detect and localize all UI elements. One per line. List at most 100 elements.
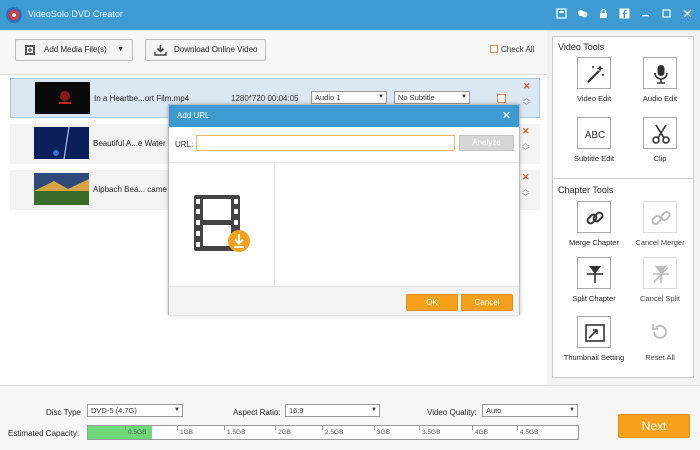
check-all-label: Check All (501, 45, 535, 54)
tool-label: Clip (653, 154, 667, 163)
video-thumbnail (34, 173, 89, 205)
download-online-video-button[interactable]: Download Online Video (145, 39, 266, 61)
reset-icon (652, 324, 667, 339)
remove-icon[interactable]: ✕ (523, 81, 531, 92)
add-file-icon (25, 45, 35, 55)
tool-label: Reset All (645, 353, 675, 362)
move-down-icon[interactable]: ﹀ (523, 101, 530, 111)
tools-panel: Video Tools Video Edit Audio Edit ABC Su… (552, 36, 694, 378)
media-name: In a Heartbe...ort Film.mp4 (94, 94, 190, 103)
estimated-capacity-label: Estimated Capacity: (8, 429, 80, 438)
aspect-ratio-label: Aspect Ratio: (233, 408, 281, 417)
disc-type-label: Disc Type (46, 408, 81, 417)
video-quality-label: Video Quality: (427, 408, 477, 417)
aspect-ratio-select[interactable]: 16:9 ▼ (285, 404, 380, 417)
tool-label: Cancel Split (639, 294, 681, 303)
media-name: Beautiful A...e Water (93, 139, 166, 148)
facebook-icon[interactable] (618, 8, 631, 21)
link-icon (586, 211, 604, 225)
reset-all-button[interactable]: Reset All (625, 316, 695, 363)
lock-icon[interactable] (597, 8, 610, 21)
video-quality-value: Auto (486, 406, 502, 415)
subtitle-select[interactable]: No Subtitle ▼ (394, 91, 470, 104)
capacity-tick: 1GB (176, 426, 194, 436)
download-icon (154, 45, 167, 56)
ok-button[interactable]: OK (406, 294, 458, 311)
capacity-tick: 0.5GB (124, 426, 147, 436)
dialog-close-icon[interactable]: ✕ (502, 105, 511, 127)
unlink-icon (651, 210, 671, 226)
video-thumbnail (34, 127, 89, 159)
row-checkbox[interactable] (497, 94, 506, 103)
svg-text:ABC: ABC (585, 130, 606, 141)
url-input[interactable] (196, 135, 455, 151)
audio-track-value: Audio 1 (315, 93, 341, 102)
tool-label: Cancel Merger (635, 238, 685, 247)
audio-track-select[interactable]: Audio 1 ▼ (311, 91, 387, 104)
add-media-button[interactable]: Add Media File(s) ▼ (15, 39, 133, 61)
analyze-button[interactable]: Analyze (459, 135, 514, 151)
capacity-tick: 2GB (274, 426, 292, 436)
purchase-icon[interactable] (576, 8, 589, 21)
aspect-ratio-value: 16:9 (289, 406, 304, 415)
clip-button[interactable]: Clip (625, 117, 695, 164)
tool-label: Audio Edit (642, 94, 678, 103)
divider (169, 162, 519, 163)
close-icon[interactable] (681, 8, 694, 21)
capacity-tick: 4.5GB (516, 426, 539, 436)
toolbar: Add Media File(s) ▼ Download Online Vide… (0, 30, 547, 75)
disc-type-select[interactable]: DVD-5 (4.7G) ▼ (87, 404, 183, 417)
capacity-bar: 0.5GB 1GB 1.5GB 2GB 2.5GB 3GB 3.5GB 4GB … (87, 425, 579, 440)
move-down-icon[interactable]: ﹀ (522, 192, 529, 202)
download-online-label: Download Online Video (174, 45, 258, 54)
chevron-down-icon: ▼ (371, 407, 377, 413)
audio-edit-button[interactable]: Audio Edit (625, 57, 695, 104)
thumbnail-setting-button[interactable]: Thumbnail Setting (559, 316, 629, 363)
subtitle-edit-button[interactable]: ABC Subtitle Edit (559, 117, 629, 164)
video-quality-select[interactable]: Auto ▼ (482, 404, 578, 417)
maximize-icon[interactable] (660, 8, 673, 21)
add-media-label: Add Media File(s) (44, 45, 107, 54)
split-chapter-button[interactable]: Split Chapter (559, 257, 629, 304)
video-tools-title: Video Tools (558, 42, 605, 52)
remove-icon[interactable]: ✕ (522, 126, 530, 137)
merge-chapter-button[interactable]: Merge Chapter (559, 201, 629, 248)
checkbox-icon (490, 45, 498, 53)
cancel-split-button[interactable]: Cancel Split (625, 257, 695, 304)
move-down-icon[interactable]: ﹀ (522, 146, 529, 156)
dialog-title: Add URL (177, 111, 210, 120)
chevron-down-icon: ▼ (569, 407, 575, 413)
capacity-tick: 3.5GB (418, 426, 441, 436)
tool-label: Split Chapter (572, 294, 616, 303)
tool-label: Merge Chapter (568, 238, 620, 247)
abc-text-icon: ABC (585, 130, 606, 141)
divider (553, 178, 693, 179)
cancel-merger-button[interactable]: Cancel Merger (625, 201, 695, 248)
thumbnail-icon (585, 324, 605, 342)
magic-wand-icon (587, 65, 604, 83)
app-title: VideoSolo DVD Creator (28, 9, 123, 19)
url-label: URL: (175, 140, 194, 149)
film-download-icon (194, 195, 250, 252)
tool-label: Video Edit (576, 94, 612, 103)
register-icon[interactable] (555, 8, 568, 21)
scissors-icon (652, 124, 670, 144)
tool-label: Subtitle Edit (573, 154, 615, 163)
chevron-down-icon: ▼ (378, 94, 384, 100)
chevron-down-icon: ▼ (174, 407, 180, 413)
next-button[interactable]: Next (618, 414, 690, 438)
capacity-tick: 2.5GB (321, 426, 344, 436)
check-all-checkbox[interactable]: Check All (490, 45, 534, 54)
add-url-dialog: Add URL ✕ URL: Analyze OK Cancel (168, 104, 520, 315)
chevron-down-icon: ▼ (461, 94, 467, 100)
capacity-tick: 4GB (471, 426, 489, 436)
minimize-icon[interactable] (639, 8, 652, 21)
cancel-button[interactable]: Cancel (461, 294, 513, 311)
dialog-footer: OK Cancel (169, 286, 519, 315)
tool-label: Thumbnail Setting (563, 353, 625, 362)
bottom-bar: Disc Type DVD-5 (4.7G) ▼ Aspect Ratio: 16… (0, 385, 700, 450)
remove-icon[interactable]: ✕ (522, 172, 530, 183)
media-name: Alpbach Bea... came (93, 185, 167, 194)
split-icon (587, 266, 603, 283)
video-edit-button[interactable]: Video Edit (559, 57, 629, 104)
